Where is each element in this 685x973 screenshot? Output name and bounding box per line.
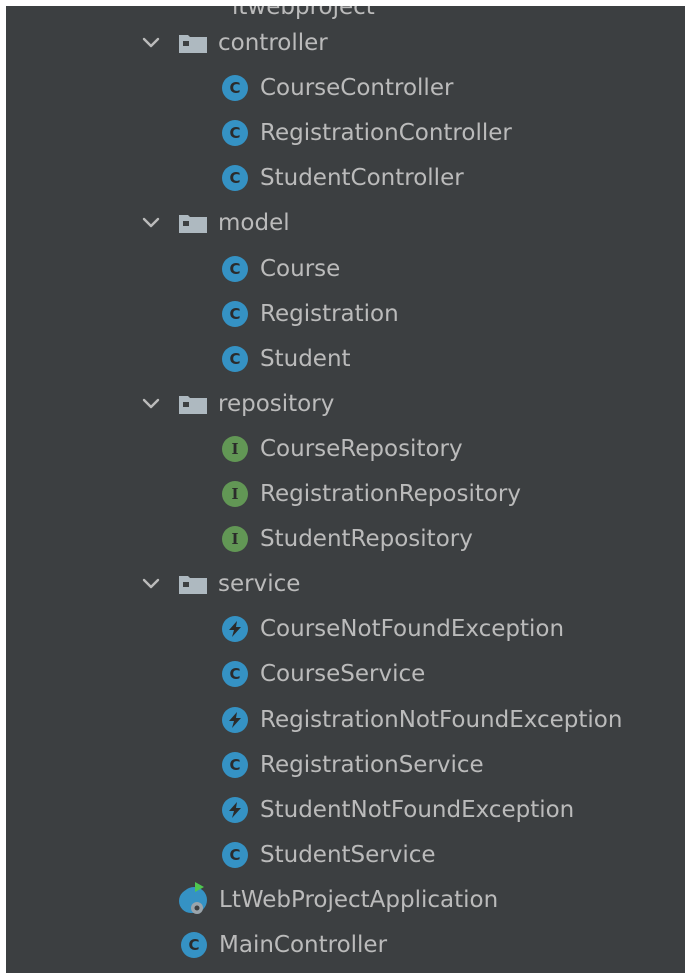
- chevron-down-icon[interactable]: [140, 393, 162, 415]
- tree-item[interactable]: C Registration: [222, 291, 399, 336]
- tree-item-label: CourseService: [260, 661, 426, 688]
- tree-item[interactable]: CourseNotFoundException: [222, 607, 564, 652]
- interface-icon: I: [222, 481, 248, 507]
- tree-item-label: RegistrationController: [260, 120, 512, 147]
- tree-item[interactable]: LtWebProjectApplication: [179, 877, 499, 922]
- tree-item[interactable]: C Course: [222, 246, 340, 291]
- tree-item-label: RegistrationRepository: [260, 481, 521, 507]
- tree-item-label: MainController: [219, 932, 388, 958]
- tree-item-label: StudentController: [260, 165, 464, 192]
- tree-item-label: CourseRepository: [260, 435, 463, 462]
- tree-folder-model[interactable]: model: [140, 201, 290, 246]
- interface-icon: I: [222, 526, 248, 553]
- exception-class-icon: [222, 706, 248, 733]
- exception-class-icon: [222, 796, 248, 823]
- tree-item-label: StudentService: [260, 841, 436, 868]
- chevron-down-icon[interactable]: [140, 212, 162, 234]
- tree-item[interactable]: C StudentService: [222, 832, 436, 877]
- tree-item-label: Student: [260, 345, 351, 372]
- spring-application-icon: [179, 881, 207, 914]
- tree-item[interactable]: C StudentController: [222, 156, 464, 201]
- interface-icon: I: [222, 435, 248, 462]
- tree-item[interactable]: C CourseController: [222, 66, 453, 111]
- tree-item-label: service: [218, 571, 301, 598]
- package-folder-icon: [178, 212, 208, 234]
- class-icon: C: [222, 300, 248, 327]
- class-icon: C: [222, 120, 248, 147]
- class-icon: C: [222, 661, 248, 688]
- chevron-down-icon[interactable]: [140, 32, 162, 54]
- tree-item[interactable]: RegistrationNotFoundException: [222, 697, 622, 742]
- tree-item[interactable]: I CourseRepository: [222, 426, 463, 471]
- tree-item[interactable]: StudentNotFoundException: [222, 787, 574, 832]
- tree-item-label: RegistrationService: [260, 751, 484, 778]
- tree-item[interactable]: C RegistrationController: [222, 111, 512, 156]
- tree-item-label: Course: [260, 255, 341, 282]
- class-icon: C: [222, 751, 248, 778]
- tree-item-label: Registration: [260, 300, 399, 327]
- chevron-down-icon[interactable]: [140, 573, 162, 595]
- tree-item[interactable]: C CourseService: [222, 652, 425, 697]
- package-folder-icon: [178, 393, 208, 415]
- tree-item[interactable]: C MainController: [181, 923, 387, 968]
- class-icon: C: [222, 75, 248, 102]
- tree-item[interactable]: C Student: [222, 336, 351, 381]
- tree-item[interactable]: C RegistrationService: [222, 742, 484, 787]
- clipped-parent-label: ltwebproject: [232, 6, 375, 20]
- tree-item-label: RegistrationNotFoundException: [260, 706, 623, 733]
- package-folder-icon: [178, 573, 208, 595]
- tree-folder-repository[interactable]: repository: [140, 381, 334, 426]
- package-folder-icon: [178, 32, 208, 54]
- tree-item-label: repository: [218, 390, 335, 417]
- class-icon: C: [222, 345, 248, 372]
- project-tree-panel: ltwebproject controller C CourseController…: [6, 6, 685, 973]
- class-icon: C: [222, 841, 248, 868]
- tree-item-label: StudentRepository: [260, 526, 473, 553]
- tree-item-label: StudentNotFoundException: [260, 796, 575, 823]
- tree-folder-controller[interactable]: controller: [140, 21, 328, 66]
- exception-class-icon: [222, 616, 248, 643]
- class-icon: C: [222, 255, 248, 282]
- tree-item-label: LtWebProjectApplication: [219, 886, 499, 913]
- tree-item-label: CourseController: [260, 75, 454, 102]
- tree-item[interactable]: I RegistrationRepository: [222, 472, 521, 517]
- tree-item-label: controller: [218, 30, 328, 56]
- class-icon: C: [181, 932, 207, 958]
- tree-item[interactable]: I StudentRepository: [222, 517, 473, 562]
- tree-folder-service[interactable]: service: [140, 562, 300, 607]
- class-icon: C: [222, 165, 248, 192]
- tree-item-label: CourseNotFoundException: [260, 616, 565, 643]
- tree-item-label: model: [218, 210, 290, 237]
